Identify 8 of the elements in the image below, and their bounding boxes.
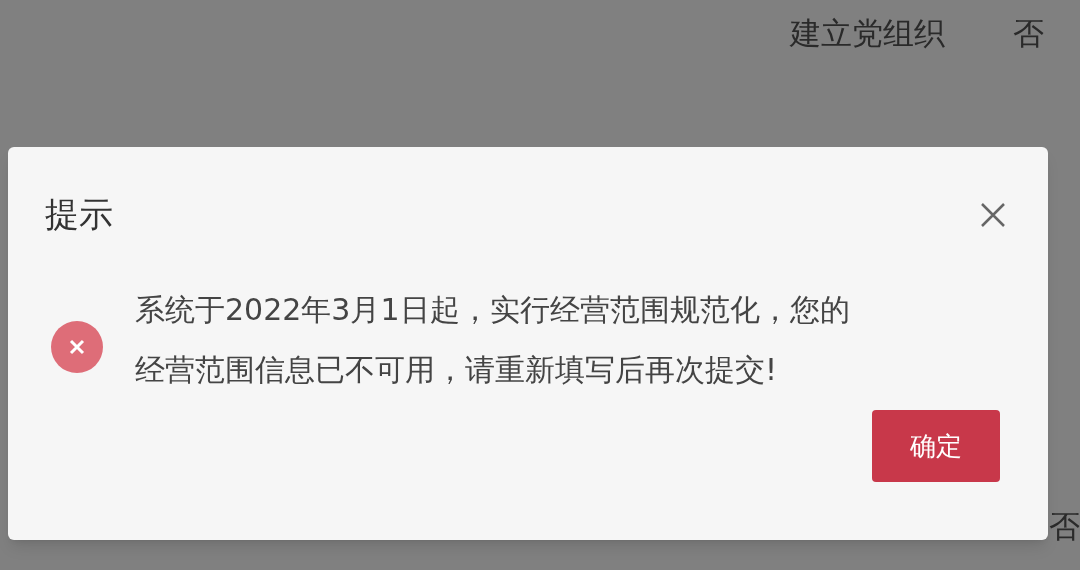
dialog-message: 系统于2022年3月1日起，实行经营范围规范化，您的经营范围信息已不可用，请重新填写后再次提交! bbox=[135, 291, 851, 389]
close-icon[interactable] bbox=[980, 201, 1006, 228]
dialog-title: 提示 bbox=[45, 193, 113, 236]
field-value: 否 bbox=[1013, 13, 1044, 53]
error-icon bbox=[50, 320, 104, 374]
confirm-button[interactable]: 确定 bbox=[872, 410, 1000, 482]
field-label: 建立党组织 bbox=[788, 13, 945, 53]
field-value: 否 bbox=[1049, 506, 1080, 546]
